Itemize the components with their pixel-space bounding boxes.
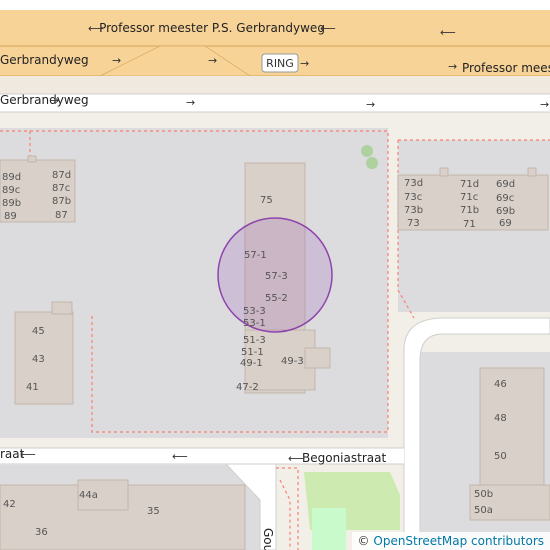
oneway-arrow-icon: →: [300, 57, 309, 70]
oneway-arrow-icon: →: [112, 54, 121, 67]
house-number: 75: [260, 195, 273, 206]
house-number: 50: [494, 451, 507, 462]
oneway-arrow-icon: ⟵: [172, 450, 188, 463]
house-number: 50b: [474, 489, 493, 500]
oneway-arrow-icon: ⟵: [20, 448, 36, 461]
house-number: 87d: [52, 170, 71, 181]
street-label-mid-left: Gerbrandyweg: [0, 53, 89, 67]
map-canvas[interactable]: Professor meester P.S. Gerbrandyweg ⟵ ⟵ …: [0, 0, 550, 550]
house-number: 53-3: [243, 306, 266, 317]
house-number: 46: [494, 379, 507, 390]
street-label-mid-right: Professor meest: [462, 61, 550, 75]
house-number: 57-3: [265, 271, 288, 282]
house-number: 89c: [2, 185, 20, 196]
house-number: 49-1: [240, 358, 263, 369]
house-number: 89d: [2, 172, 21, 183]
house-number: 71d: [460, 179, 479, 190]
house-number: 69d: [496, 179, 515, 190]
copyright-symbol: ©: [357, 534, 370, 548]
tree-icon: [366, 157, 378, 169]
oneway-arrow-icon: →: [208, 54, 217, 67]
house-number: 48: [494, 413, 507, 424]
house-number: 43: [32, 354, 45, 365]
house-number: 87: [55, 210, 68, 221]
street-label-vertical: Gou: [261, 528, 275, 550]
attribution-link[interactable]: OpenStreetMap contributors: [373, 534, 544, 548]
house-number: 55-2: [265, 293, 288, 304]
oneway-arrow-icon: →: [366, 98, 375, 111]
house-number: 51-3: [243, 335, 266, 346]
oneway-arrow-icon: →: [448, 60, 457, 73]
oneway-arrow-icon: →: [50, 94, 59, 107]
map-attribution: © OpenStreetMap contributors: [351, 532, 550, 550]
house-number: 51-1: [241, 347, 264, 358]
house-number: 87c: [52, 183, 70, 194]
house-number: 69: [499, 218, 512, 229]
street-label-begoniastraat: Begoniastraat: [302, 451, 386, 465]
house-number: 36: [35, 527, 48, 538]
playground: [312, 508, 346, 550]
ring-badge-label: RING: [266, 57, 294, 70]
house-number: 87b: [52, 196, 71, 207]
house-number: 73: [407, 218, 420, 229]
house-number: 69b: [496, 206, 515, 217]
house-number: 71c: [460, 192, 478, 203]
house-number: 47-2: [236, 382, 259, 393]
house-number: 71b: [460, 205, 479, 216]
house-number: 49-3: [281, 356, 304, 367]
house-number: 41: [26, 382, 39, 393]
road-top-edge: [0, 0, 550, 10]
house-number: 57-1: [244, 250, 267, 261]
house-number: 53-1: [243, 318, 266, 329]
street-label-top: Professor meester P.S. Gerbrandyweg: [99, 21, 325, 35]
house-number: 89b: [2, 198, 21, 209]
house-number: 45: [32, 326, 45, 337]
house-number: 42: [3, 499, 16, 510]
house-number: 73c: [404, 192, 422, 203]
oneway-arrow-icon: →: [540, 98, 549, 111]
oneway-arrow-icon: →: [186, 96, 195, 109]
oneway-arrow-icon: ⟵: [440, 26, 456, 39]
house-number: 73b: [404, 205, 423, 216]
oneway-arrow-icon: ⟵: [320, 22, 336, 35]
house-number: 50a: [474, 505, 493, 516]
house-number: 44a: [79, 490, 98, 501]
oneway-arrow-icon: ⟵: [88, 22, 104, 35]
house-number: 73d: [404, 178, 423, 189]
tree-icon: [361, 145, 373, 157]
street-label-lower-left: Gerbrandyweg: [0, 93, 89, 107]
house-number: 89: [4, 211, 17, 222]
house-number: 69c: [496, 193, 514, 204]
house-number: 35: [147, 506, 160, 517]
road-median: [0, 76, 550, 94]
house-number: 71: [463, 219, 476, 230]
